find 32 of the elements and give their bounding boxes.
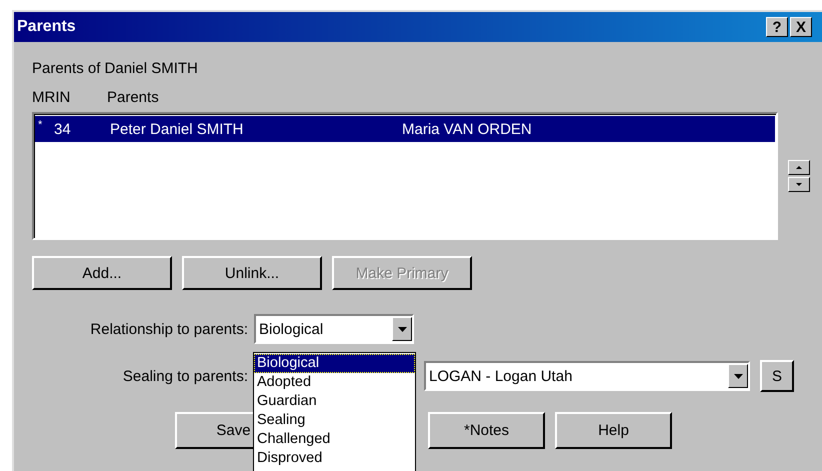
temple-button[interactable]: S [760, 360, 794, 392]
caret-icon [398, 326, 406, 332]
close-button[interactable]: X [790, 17, 812, 37]
help-button[interactable]: ? [766, 17, 788, 37]
dialog-button[interactable]: Help [555, 412, 672, 449]
temple-dropdown[interactable]: LOGAN - Logan Utah [424, 361, 750, 391]
primary-mark: * [37, 118, 44, 131]
move-up-button[interactable] [788, 160, 810, 175]
column-header: MRIN [32, 89, 72, 106]
dropdown-option[interactable]: Adopted [254, 373, 415, 392]
up-arrow-icon [796, 166, 802, 169]
action-button[interactable]: Add... [32, 256, 172, 290]
field-label: Relationship to parents: [89, 320, 249, 338]
column-header: Parents [107, 89, 159, 106]
list-row[interactable]: * 34 Peter Daniel SMITH Maria VAN ORDEN [35, 116, 775, 142]
father-cell-text: Peter Daniel SMITH [110, 120, 244, 138]
dropdown-option[interactable]: Disproved [254, 449, 415, 468]
relationship-dropdown[interactable]: Biological [254, 314, 414, 344]
dialog-button[interactable]: *Notes [428, 412, 545, 449]
dropdown-button[interactable] [728, 364, 748, 388]
action-button[interactable]: Unlink... [182, 256, 322, 290]
caret-icon [734, 374, 742, 378]
window-title: Parents [17, 18, 77, 36]
move-down-button[interactable] [788, 177, 810, 192]
dropdown-button[interactable] [392, 317, 412, 341]
field-label: Sealing to parents: [122, 368, 249, 384]
mrin-cell-text: 34 [54, 120, 72, 138]
down-arrow-icon [796, 183, 802, 186]
heading-text: Parents of Daniel SMITH [32, 60, 198, 77]
mother-cell: Maria VAN ORDEN [402, 120, 532, 138]
dropdown-option[interactable]: Guardian [254, 392, 415, 411]
dropdown-option[interactable]: Biological [254, 354, 415, 373]
